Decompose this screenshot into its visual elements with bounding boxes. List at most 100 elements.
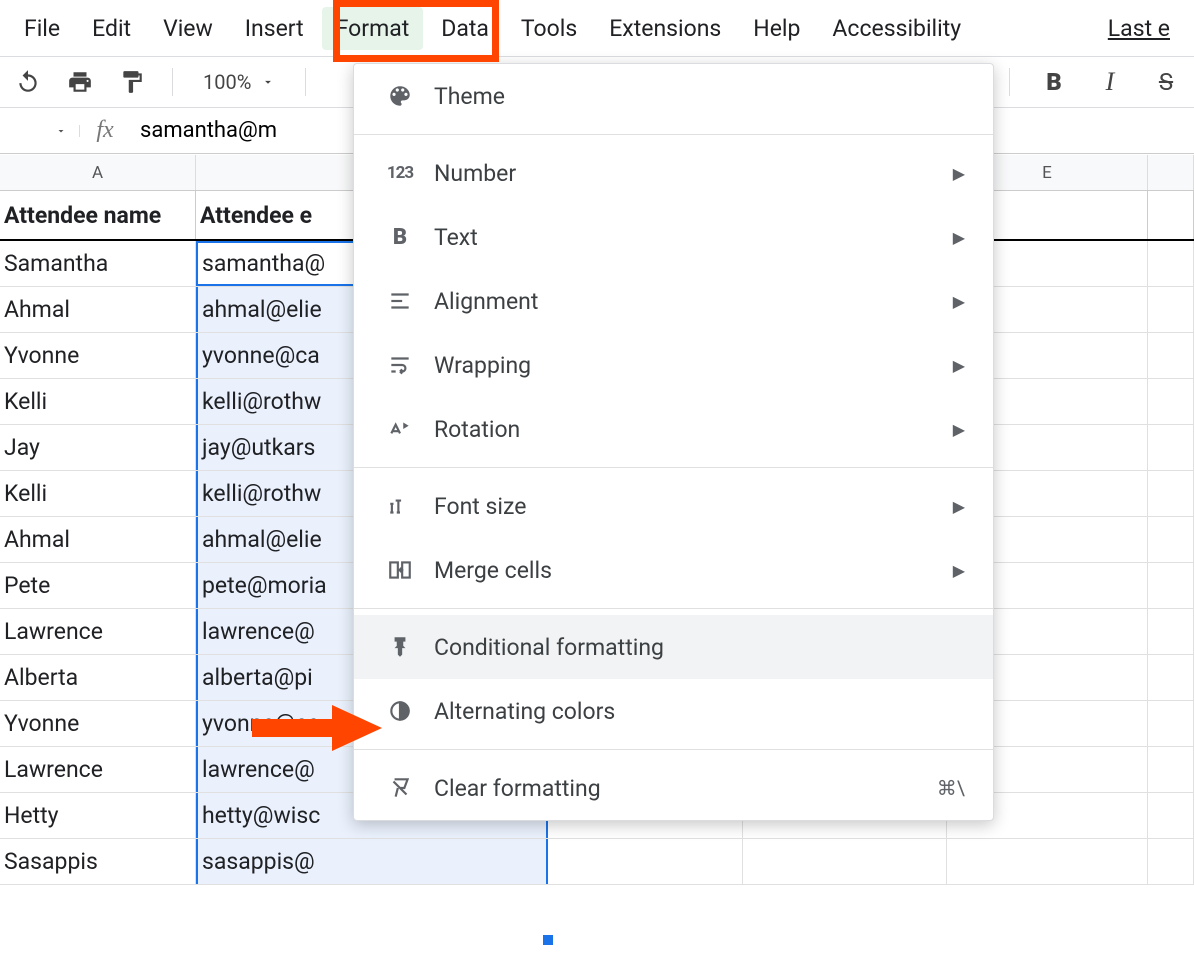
rotate-icon <box>382 416 418 442</box>
cell-name[interactable]: Ahmal <box>0 287 196 332</box>
cell-empty[interactable] <box>743 839 947 884</box>
menu-item-label: Alignment <box>434 288 953 315</box>
print-button[interactable] <box>62 64 98 100</box>
menu-item-rotation[interactable]: Rotation▶ <box>354 397 993 461</box>
menu-format[interactable]: Format <box>322 7 424 50</box>
menu-shortcut: ⌘\ <box>937 776 965 800</box>
zoom-value: 100% <box>203 70 251 94</box>
format-dropdown-menu: Theme123Number▶BText▶Alignment▶Wrapping▶… <box>353 63 994 821</box>
menu-item-label: Rotation <box>434 416 953 443</box>
fontsize-icon <box>382 493 418 519</box>
menu-item-label: Text <box>434 224 953 251</box>
menu-extensions[interactable]: Extensions <box>595 7 735 50</box>
menu-item-number[interactable]: 123 Number▶ <box>354 141 993 205</box>
cell-empty[interactable] <box>1148 747 1194 792</box>
cell-empty[interactable] <box>1148 517 1194 562</box>
menu-separator <box>354 467 993 468</box>
menu-item-text[interactable]: B Text▶ <box>354 205 993 269</box>
undo-button[interactable] <box>10 64 46 100</box>
menu-item-merge-cells[interactable]: Merge cells▶ <box>354 538 993 602</box>
wrap-icon <box>382 352 418 378</box>
menu-separator <box>354 134 993 135</box>
menu-edit[interactable]: Edit <box>78 7 145 50</box>
cell-empty[interactable] <box>1148 333 1194 378</box>
menu-item-label: Theme <box>434 83 965 110</box>
last-edit-link[interactable]: Last e <box>1094 7 1184 50</box>
cell-empty[interactable] <box>1148 655 1194 700</box>
menu-item-label: Font size <box>434 493 953 520</box>
cond-icon <box>382 634 418 660</box>
menu-insert[interactable]: Insert <box>231 7 318 50</box>
chevron-right-icon: ▶ <box>953 164 965 183</box>
cell-name[interactable]: Alberta <box>0 655 196 700</box>
zoom-dropdown[interactable]: 100% <box>195 70 283 94</box>
menu-accessibility[interactable]: Accessibility <box>818 7 975 50</box>
menu-item-theme[interactable]: Theme <box>354 64 993 128</box>
cell-empty[interactable] <box>548 839 743 884</box>
cell-empty[interactable] <box>1148 241 1194 286</box>
header-attendee-name[interactable]: Attendee name <box>0 191 196 239</box>
alt-icon <box>382 698 418 724</box>
cell-name[interactable]: Yvonne <box>0 333 196 378</box>
cell-name[interactable]: Yvonne <box>0 701 196 746</box>
col-header-A[interactable]: A <box>0 155 196 190</box>
menu-separator <box>354 749 993 750</box>
menu-item-alignment[interactable]: Alignment▶ <box>354 269 993 333</box>
name-box[interactable] <box>0 125 80 137</box>
menu-item-label: Clear formatting <box>434 775 937 802</box>
paint-format-button[interactable] <box>114 64 150 100</box>
cell-empty[interactable] <box>947 839 1148 884</box>
menu-item-font-size[interactable]: Font size▶ <box>354 474 993 538</box>
menu-tools[interactable]: Tools <box>507 7 591 50</box>
cell-name[interactable]: Samantha <box>0 241 196 286</box>
menu-help[interactable]: Help <box>739 7 814 50</box>
selection-handle[interactable] <box>543 935 553 945</box>
toolbar-separator <box>172 68 173 96</box>
table-row: Sasappissasappis@ <box>0 839 1194 885</box>
strikethrough-button[interactable]: S <box>1148 64 1184 100</box>
chevron-right-icon: ▶ <box>953 420 965 439</box>
cell-name[interactable]: Hetty <box>0 793 196 838</box>
palette-icon <box>382 83 418 109</box>
cell-empty[interactable] <box>1148 379 1194 424</box>
col-header-extra[interactable] <box>1148 155 1194 190</box>
cell-empty[interactable] <box>1148 701 1194 746</box>
cell-name[interactable]: Kelli <box>0 379 196 424</box>
menu-data[interactable]: Data <box>427 7 503 50</box>
chevron-right-icon: ▶ <box>953 497 965 516</box>
cell-name[interactable]: Jay <box>0 425 196 470</box>
menubar: FileEditViewInsertFormatDataToolsExtensi… <box>0 0 1194 56</box>
cell-empty[interactable] <box>1148 793 1194 838</box>
menu-item-label: Alternating colors <box>434 698 965 725</box>
menu-item-alternating-colors[interactable]: Alternating colors <box>354 679 993 743</box>
header-cell[interactable] <box>1148 191 1194 239</box>
bold-icon: B <box>382 225 418 250</box>
cell-empty[interactable] <box>1148 563 1194 608</box>
italic-button[interactable]: I <box>1092 64 1128 100</box>
cell-email[interactable]: sasappis@ <box>196 839 548 884</box>
menu-item-wrapping[interactable]: Wrapping▶ <box>354 333 993 397</box>
chevron-right-icon: ▶ <box>953 228 965 247</box>
cell-empty[interactable] <box>1148 609 1194 654</box>
toolbar-separator <box>305 68 306 96</box>
cell-name[interactable]: Lawrence <box>0 609 196 654</box>
cell-name[interactable]: Pete <box>0 563 196 608</box>
cell-name[interactable]: Ahmal <box>0 517 196 562</box>
menu-item-label: Number <box>434 160 953 187</box>
chevron-down-icon <box>55 125 67 137</box>
cell-name[interactable]: Sasappis <box>0 839 196 884</box>
align-icon <box>382 288 418 314</box>
menu-item-label: Conditional formatting <box>434 634 965 661</box>
menu-file[interactable]: File <box>10 7 74 50</box>
cell-empty[interactable] <box>1148 471 1194 516</box>
cell-name[interactable]: Lawrence <box>0 747 196 792</box>
menu-item-clear-formatting[interactable]: Clear formatting⌘\ <box>354 756 993 820</box>
menu-view[interactable]: View <box>149 7 227 50</box>
123-icon: 123 <box>382 163 418 183</box>
bold-button[interactable]: B <box>1036 64 1072 100</box>
cell-empty[interactable] <box>1148 287 1194 332</box>
cell-name[interactable]: Kelli <box>0 471 196 516</box>
menu-item-conditional-formatting[interactable]: Conditional formatting <box>354 615 993 679</box>
cell-empty[interactable] <box>1148 839 1194 884</box>
cell-empty[interactable] <box>1148 425 1194 470</box>
